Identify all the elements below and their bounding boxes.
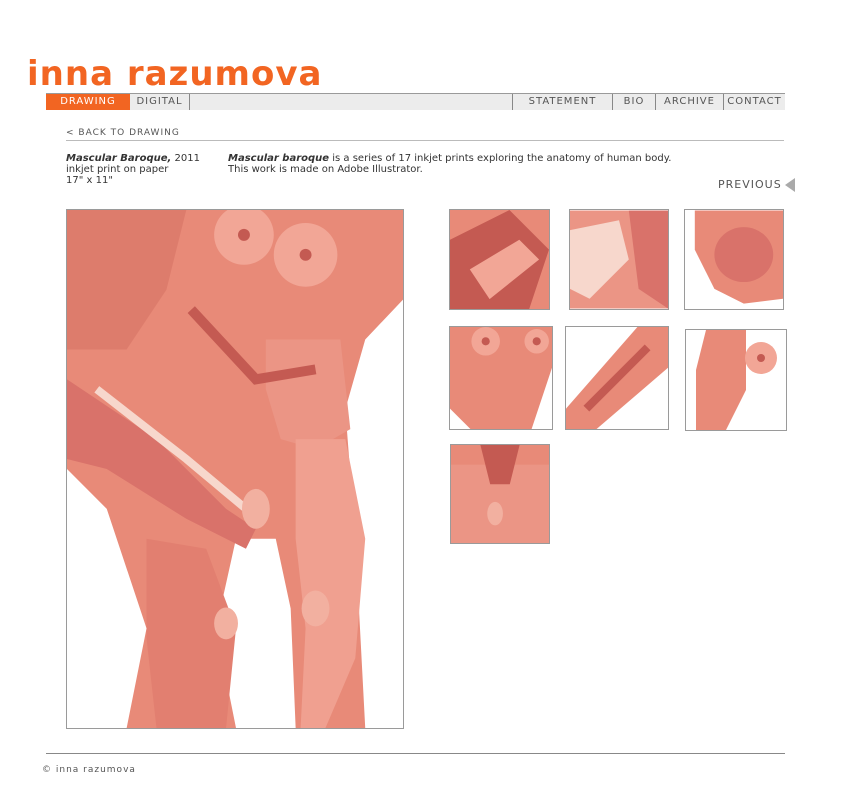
thumbnail-2[interactable] (569, 209, 669, 310)
desc-title: Mascular baroque (228, 153, 330, 164)
nav-archive[interactable]: ARCHIVE (655, 94, 723, 110)
thumbnail-4-image (450, 327, 552, 429)
nav-contact[interactable]: CONTACT (723, 94, 785, 110)
work-title: Mascular Baroque, (66, 153, 172, 164)
desc-line1: is a series of 17 inkjet prints explorin… (332, 153, 672, 164)
thumbnail-5[interactable] (565, 326, 669, 430)
work-size: 17" x 11" (66, 175, 113, 186)
nav-bio[interactable]: BIO (612, 94, 655, 110)
footer-divider (46, 753, 785, 754)
previous-link[interactable]: PREVIOUS (718, 178, 782, 191)
thumbnail-3[interactable] (684, 209, 784, 310)
nav-statement[interactable]: STATEMENT (512, 94, 612, 110)
thumbnail-7[interactable] (450, 444, 550, 544)
site-logo[interactable]: inna razumova (27, 54, 322, 94)
thumbnail-4[interactable] (449, 326, 553, 430)
nav-drawing[interactable]: DRAWING (46, 94, 130, 110)
thumbnail-5-image (566, 327, 668, 429)
main-artwork-image (66, 209, 404, 729)
thumbnail-2-image (570, 210, 668, 309)
thumbnail-3-image (685, 210, 783, 309)
work-description: Mascular baroque is a series of 17 inkje… (228, 153, 748, 175)
thumbnail-7-image (451, 445, 549, 543)
divider (66, 140, 784, 141)
work-meta: Mascular Baroque, 2011 inkjet print on p… (66, 153, 200, 186)
muscle-figure-illustration (67, 210, 403, 728)
footer-copyright: © inna razumova (42, 765, 136, 775)
back-to-drawing-link[interactable]: < BACK TO DRAWING (66, 128, 180, 138)
thumbnail-6[interactable] (685, 329, 787, 431)
thumbnail-1-image (450, 210, 549, 309)
thumbnail-6-image (686, 330, 786, 430)
main-nav: DRAWING DIGITAL STATEMENT BIO ARCHIVE CO… (46, 93, 785, 110)
thumbnail-1[interactable] (449, 209, 550, 310)
desc-line2: This work is made on Adobe Illustrator. (228, 164, 423, 175)
work-year: 2011 (174, 153, 200, 164)
previous-arrow-icon[interactable] (785, 178, 795, 192)
nav-digital[interactable]: DIGITAL (130, 94, 190, 110)
work-medium: inkjet print on paper (66, 164, 169, 175)
